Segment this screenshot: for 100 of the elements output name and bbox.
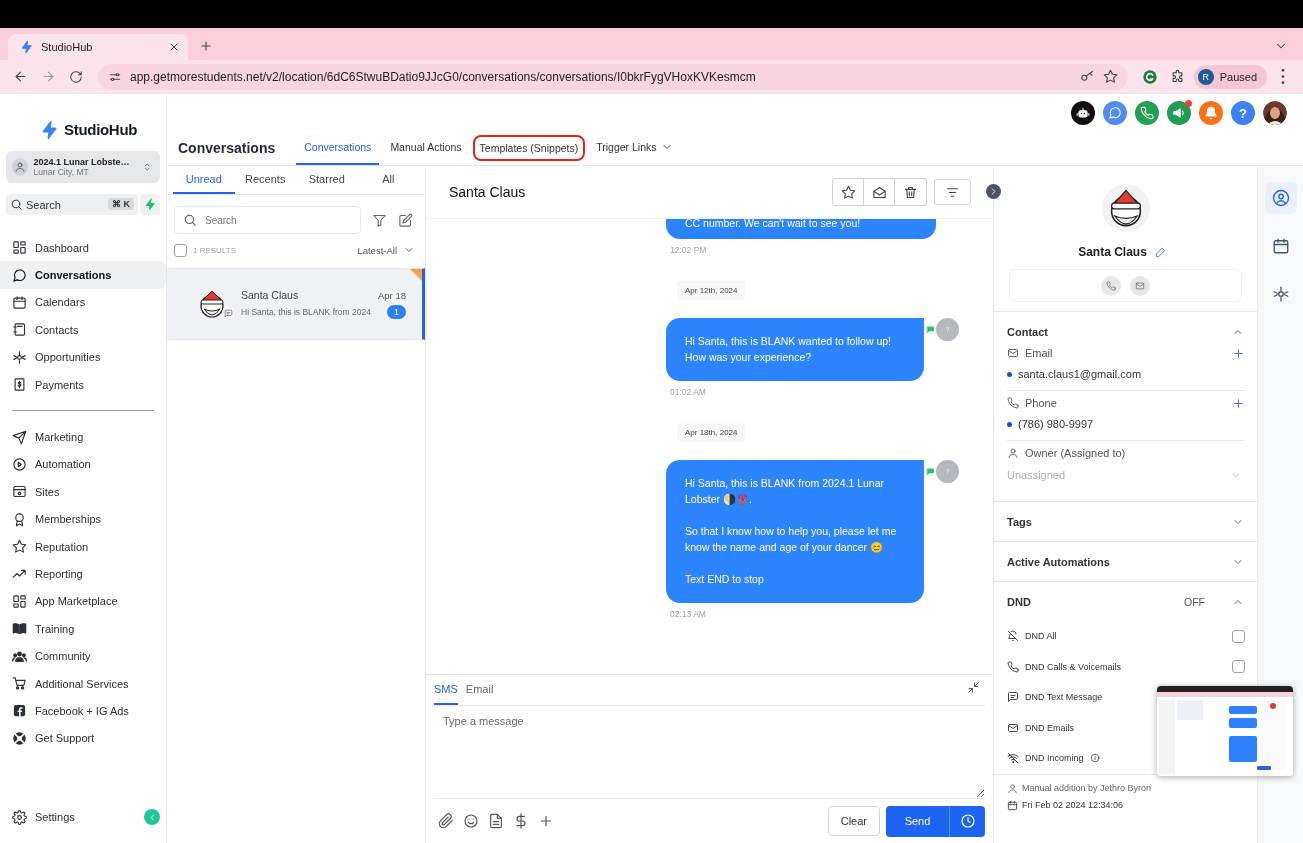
nav-item[interactable]: Reputation	[0, 532, 166, 561]
dnd-option-label: DND Incoming	[1025, 753, 1084, 764]
call-button[interactable]	[1101, 275, 1121, 296]
header-tab[interactable]: Trigger Links	[588, 130, 681, 165]
header-tab[interactable]: Templates (Snippets)	[472, 134, 586, 161]
phone-button[interactable]	[1135, 101, 1159, 125]
megaphone-icon	[1172, 106, 1186, 120]
phone-icon	[1106, 280, 1116, 291]
robot-button[interactable]	[1071, 101, 1095, 125]
header-tab[interactable]: Conversations	[296, 130, 380, 165]
account-name: 2024.1 Lunar Lobste…	[33, 157, 130, 167]
nav-item[interactable]: Community	[0, 642, 166, 670]
chat-button[interactable]	[1103, 101, 1127, 125]
settings-item[interactable]: Settings	[0, 803, 144, 831]
nav-item[interactable]: Training	[0, 615, 166, 643]
cart-icon	[12, 676, 27, 692]
address-field[interactable]: app.getmorestudents.net/v2/location/6dC6StwuBDatio9JJcG0/conversations/conversations/I0bkrFygVHoxKVKesmcm	[98, 63, 1128, 90]
nav-item[interactable]: Sites	[0, 478, 166, 506]
calendar-icon	[1007, 799, 1018, 811]
nav-item[interactable]: Automation	[0, 450, 166, 479]
sort-dropdown[interactable]: Latest-All	[357, 244, 415, 256]
clear-button[interactable]: Clear	[827, 806, 880, 836]
browser-tab[interactable]: StudioHub	[8, 34, 188, 60]
filter-tab[interactable]: Unread	[173, 166, 235, 194]
bell-button[interactable]	[1199, 101, 1223, 125]
account-switcher[interactable]: 2024.1 Lunar Lobste… Lunar City, MT	[6, 151, 160, 183]
conversation-item[interactable]: Santa Claus Apr 18 Hi Santa, this is BLANK from 2024 1	[167, 268, 425, 340]
message-date: Apr 18	[378, 289, 406, 301]
wifi-off-icon	[1007, 752, 1019, 765]
channel-tab[interactable]: Email	[465, 675, 494, 705]
search-icon	[183, 213, 197, 227]
book-icon	[12, 621, 27, 637]
nav-item[interactable]: Additional Services	[0, 669, 166, 698]
ribbon-icon	[12, 511, 27, 527]
select-all-checkbox[interactable]	[174, 243, 187, 257]
key-icon	[1079, 69, 1095, 84]
filter-tab[interactable]: Starred	[296, 166, 358, 194]
dnd-checkbox[interactable]	[1232, 660, 1245, 674]
nav-item[interactable]: Calendars	[0, 288, 166, 317]
reload-icon	[69, 69, 83, 84]
nav-item[interactable]: Memberships	[0, 505, 166, 533]
filter-tab[interactable]: Recents	[234, 166, 296, 194]
bell-off-icon	[1007, 630, 1019, 643]
arrow-right-icon	[40, 69, 56, 84]
plus-icon	[1231, 346, 1245, 360]
message-preview: Hi Santa, this is BLANK from 2024	[241, 307, 371, 317]
nav-item[interactable]: App Marketplace	[0, 587, 166, 616]
nav-item[interactable]: Contacts	[0, 316, 166, 344]
profile-button[interactable]: R Paused	[1193, 64, 1267, 89]
envelope-open-icon	[871, 184, 887, 200]
message-field[interactable]: Type a message	[434, 706, 985, 799]
arrow-left-icon	[12, 69, 28, 84]
receipt-icon	[12, 377, 27, 393]
side-panel-tab[interactable]	[1264, 182, 1297, 214]
search-field[interactable]: Search	[174, 206, 361, 234]
nav-item[interactable]: Reporting	[0, 560, 166, 588]
dnd-option-label: DND Calls & Voicemails	[1025, 661, 1122, 672]
compose-icon	[397, 212, 413, 228]
mail-icon	[1135, 280, 1145, 291]
puzzle-icon	[1170, 69, 1186, 84]
collapse-sidebar-button[interactable]	[144, 809, 160, 826]
plus-icon	[538, 813, 554, 829]
megaphone-button[interactable]	[1167, 101, 1191, 125]
chat-icon	[12, 267, 27, 283]
dnd-checkbox[interactable]	[1232, 629, 1245, 643]
channel-tab[interactable]: SMS	[434, 675, 458, 705]
calendar-icon	[12, 294, 27, 310]
profile-avatar: R	[1197, 68, 1214, 85]
section-title: Tags	[1007, 515, 1032, 528]
pencil-icon	[1155, 246, 1167, 258]
filter-tab[interactable]: All	[357, 166, 419, 194]
nav-item[interactable]: Marketing	[0, 423, 166, 451]
people-icon	[1271, 285, 1290, 303]
quick-action-button[interactable]	[140, 194, 160, 215]
nav-item[interactable]: Facebook + IG Ads	[0, 697, 166, 725]
user-icon	[1007, 447, 1019, 459]
avatar	[197, 289, 227, 319]
message-time: 01:02 AM	[670, 387, 707, 397]
clock-icon	[959, 813, 976, 829]
header-tab[interactable]: Manual Actions	[382, 130, 470, 165]
email-button[interactable]	[1130, 275, 1150, 296]
help-button[interactable]: ?	[1231, 101, 1255, 125]
nav-item[interactable]: Opportunities	[0, 343, 166, 371]
tab-title: StudioHub	[41, 41, 93, 53]
nav-item[interactable]: Payments	[0, 370, 166, 399]
bell-icon	[1204, 106, 1218, 120]
dnd-status: OFF	[1184, 595, 1205, 608]
chat-icon	[1108, 106, 1122, 120]
user-circle-icon	[1271, 189, 1290, 207]
filter-button[interactable]	[934, 179, 971, 205]
nav-item[interactable]: Get Support	[0, 724, 166, 753]
sms-icon	[926, 325, 935, 334]
calendar-icon	[1271, 237, 1290, 255]
mail-icon	[1007, 721, 1019, 734]
nav-item[interactable]: Conversations	[0, 261, 166, 289]
nav-item[interactable]: Dashboard	[0, 234, 166, 262]
expand-panel-button[interactable]	[986, 184, 1001, 199]
mail-icon	[1007, 347, 1019, 359]
g-circle-icon	[1141, 68, 1158, 85]
shortcut-badge: ⌘ K	[108, 198, 134, 210]
